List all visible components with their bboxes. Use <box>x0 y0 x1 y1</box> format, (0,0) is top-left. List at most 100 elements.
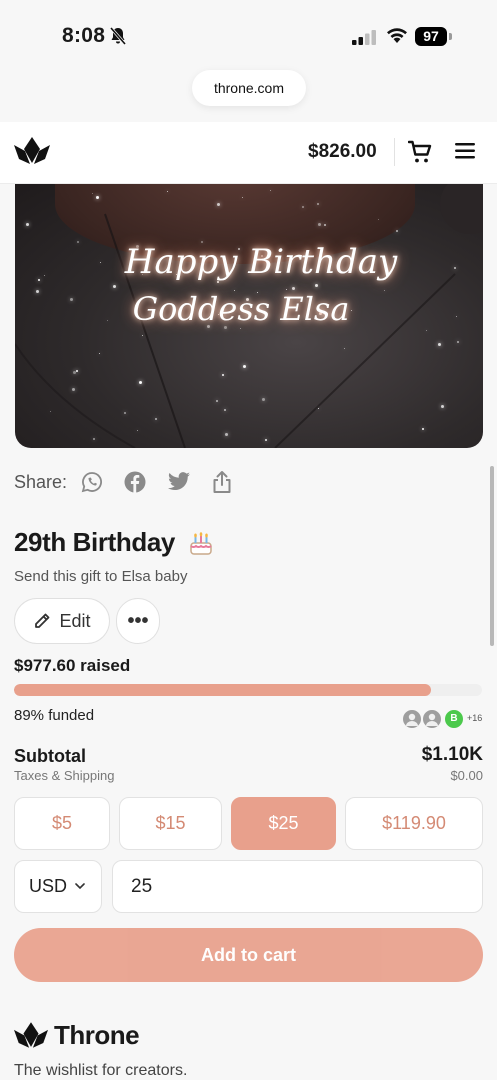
funded-percent: 89% funded <box>14 707 95 724</box>
sparkle <box>225 433 228 436</box>
gift-subtitle: Send this gift to Elsa baby <box>14 568 188 585</box>
amount-option-119-90[interactable]: $119.90 <box>345 797 483 850</box>
share-row: Share: <box>14 468 253 496</box>
sparkle <box>93 438 95 440</box>
sparkle <box>99 353 100 354</box>
hero-text-line-2: Goddess Elsa <box>132 290 350 328</box>
whatsapp-icon[interactable] <box>81 471 103 493</box>
add-to-cart-button[interactable]: Add to cart <box>14 928 483 982</box>
hero-text-line-1: Happy Birthday <box>124 242 398 282</box>
sparkle <box>113 285 116 288</box>
sparkle <box>142 335 143 336</box>
sparkle <box>240 328 241 329</box>
birthday-cake-icon <box>190 532 212 555</box>
battery-nub <box>449 33 452 40</box>
currency-value: USD <box>29 876 68 896</box>
sparkle <box>315 284 318 287</box>
subtotal-value: $1.10K <box>421 744 483 765</box>
sparkle <box>26 223 29 226</box>
facebook-icon[interactable] <box>124 471 146 493</box>
twitter-icon[interactable] <box>167 472 191 492</box>
avatar <box>401 708 423 730</box>
sparkle <box>422 428 424 430</box>
sparkle <box>318 408 319 409</box>
sparkle <box>396 230 398 232</box>
url-bar[interactable]: throne.com <box>192 70 306 106</box>
sparkle <box>457 341 459 343</box>
sparkle <box>50 411 51 412</box>
footer-logo[interactable]: Throne <box>14 1020 140 1051</box>
edit-button-label: Edit <box>59 610 91 631</box>
sparkle <box>224 409 226 411</box>
more-contributors-count: +16 <box>467 713 483 723</box>
status-time: 8:08 <box>62 24 106 47</box>
sparkle <box>270 190 271 191</box>
header-divider <box>394 138 395 166</box>
avatar: B <box>443 708 465 730</box>
footer-brand-name: Throne <box>54 1020 140 1050</box>
sparkle <box>222 374 224 376</box>
sparkle <box>262 398 265 401</box>
user-placeholder-icon <box>426 713 438 726</box>
wifi-icon <box>387 28 407 43</box>
throne-logo-icon <box>14 1022 48 1048</box>
gift-title: 29th Birthday <box>14 527 175 557</box>
bell-muted-icon <box>110 27 126 45</box>
chevron-down-icon <box>75 883 85 890</box>
sparkle <box>318 223 321 226</box>
share-upload-icon[interactable] <box>212 470 232 494</box>
amount-option-25[interactable]: $25 <box>231 797 336 850</box>
user-placeholder-icon <box>406 713 418 726</box>
sparkle <box>216 400 218 402</box>
throne-logo-icon[interactable] <box>14 137 50 165</box>
sparkle <box>438 343 441 346</box>
sparkle <box>139 381 142 384</box>
avatar <box>421 708 443 730</box>
sparkle <box>137 430 138 431</box>
sparkle <box>302 206 304 208</box>
sparkle <box>324 224 326 226</box>
sparkle <box>96 196 99 199</box>
pencil-icon <box>35 613 50 628</box>
edit-button[interactable]: Edit <box>14 598 110 644</box>
gift-hero-image: Happy Birthday Goddess Elsa <box>15 184 483 448</box>
sparkle <box>167 191 168 192</box>
battery-indicator: 97 <box>415 27 447 46</box>
more-options-icon: ••• <box>127 609 149 632</box>
hamburger-menu-icon[interactable] <box>455 142 475 160</box>
sparkle <box>426 330 427 331</box>
sparkle <box>242 197 243 198</box>
sparkle <box>92 193 93 194</box>
funding-progress-bar <box>14 684 482 696</box>
taxes-shipping-value: $0.00 <box>450 768 483 783</box>
cellular-signal-icon <box>352 30 376 45</box>
custom-amount-input[interactable] <box>112 860 483 913</box>
sparkle <box>344 348 345 349</box>
footer-tagline: The wishlist for creators. <box>14 1062 188 1079</box>
sparkle <box>265 439 267 441</box>
sparkle <box>317 203 319 205</box>
page-scrollbar[interactable] <box>490 466 494 646</box>
sparkle <box>124 412 126 414</box>
sparkle <box>217 203 220 206</box>
share-label: Share: <box>14 471 68 492</box>
sparkle <box>243 365 246 368</box>
taxes-shipping-label: Taxes & Shipping <box>14 768 115 783</box>
sparkle <box>378 219 379 220</box>
currency-select[interactable]: USD <box>14 860 102 913</box>
amount-option-15[interactable]: $15 <box>119 797 222 850</box>
raised-amount: $977.60 raised <box>14 656 131 675</box>
funding-progress-fill <box>14 684 431 696</box>
sparkle <box>155 418 157 420</box>
status-bar: 8:08 97 <box>0 0 497 70</box>
amount-option-5[interactable]: $5 <box>14 797 110 850</box>
contributor-avatars[interactable]: B +16 <box>401 708 485 730</box>
sparkle <box>76 370 78 372</box>
sparkle <box>441 405 444 408</box>
site-header: $826.00 <box>0 122 497 184</box>
more-options-button[interactable]: ••• <box>116 598 160 644</box>
cart-balance: $826.00 <box>308 141 377 162</box>
sparkle <box>72 388 75 391</box>
subtotal-label: Subtotal <box>14 746 86 766</box>
cart-icon[interactable] <box>408 140 432 164</box>
